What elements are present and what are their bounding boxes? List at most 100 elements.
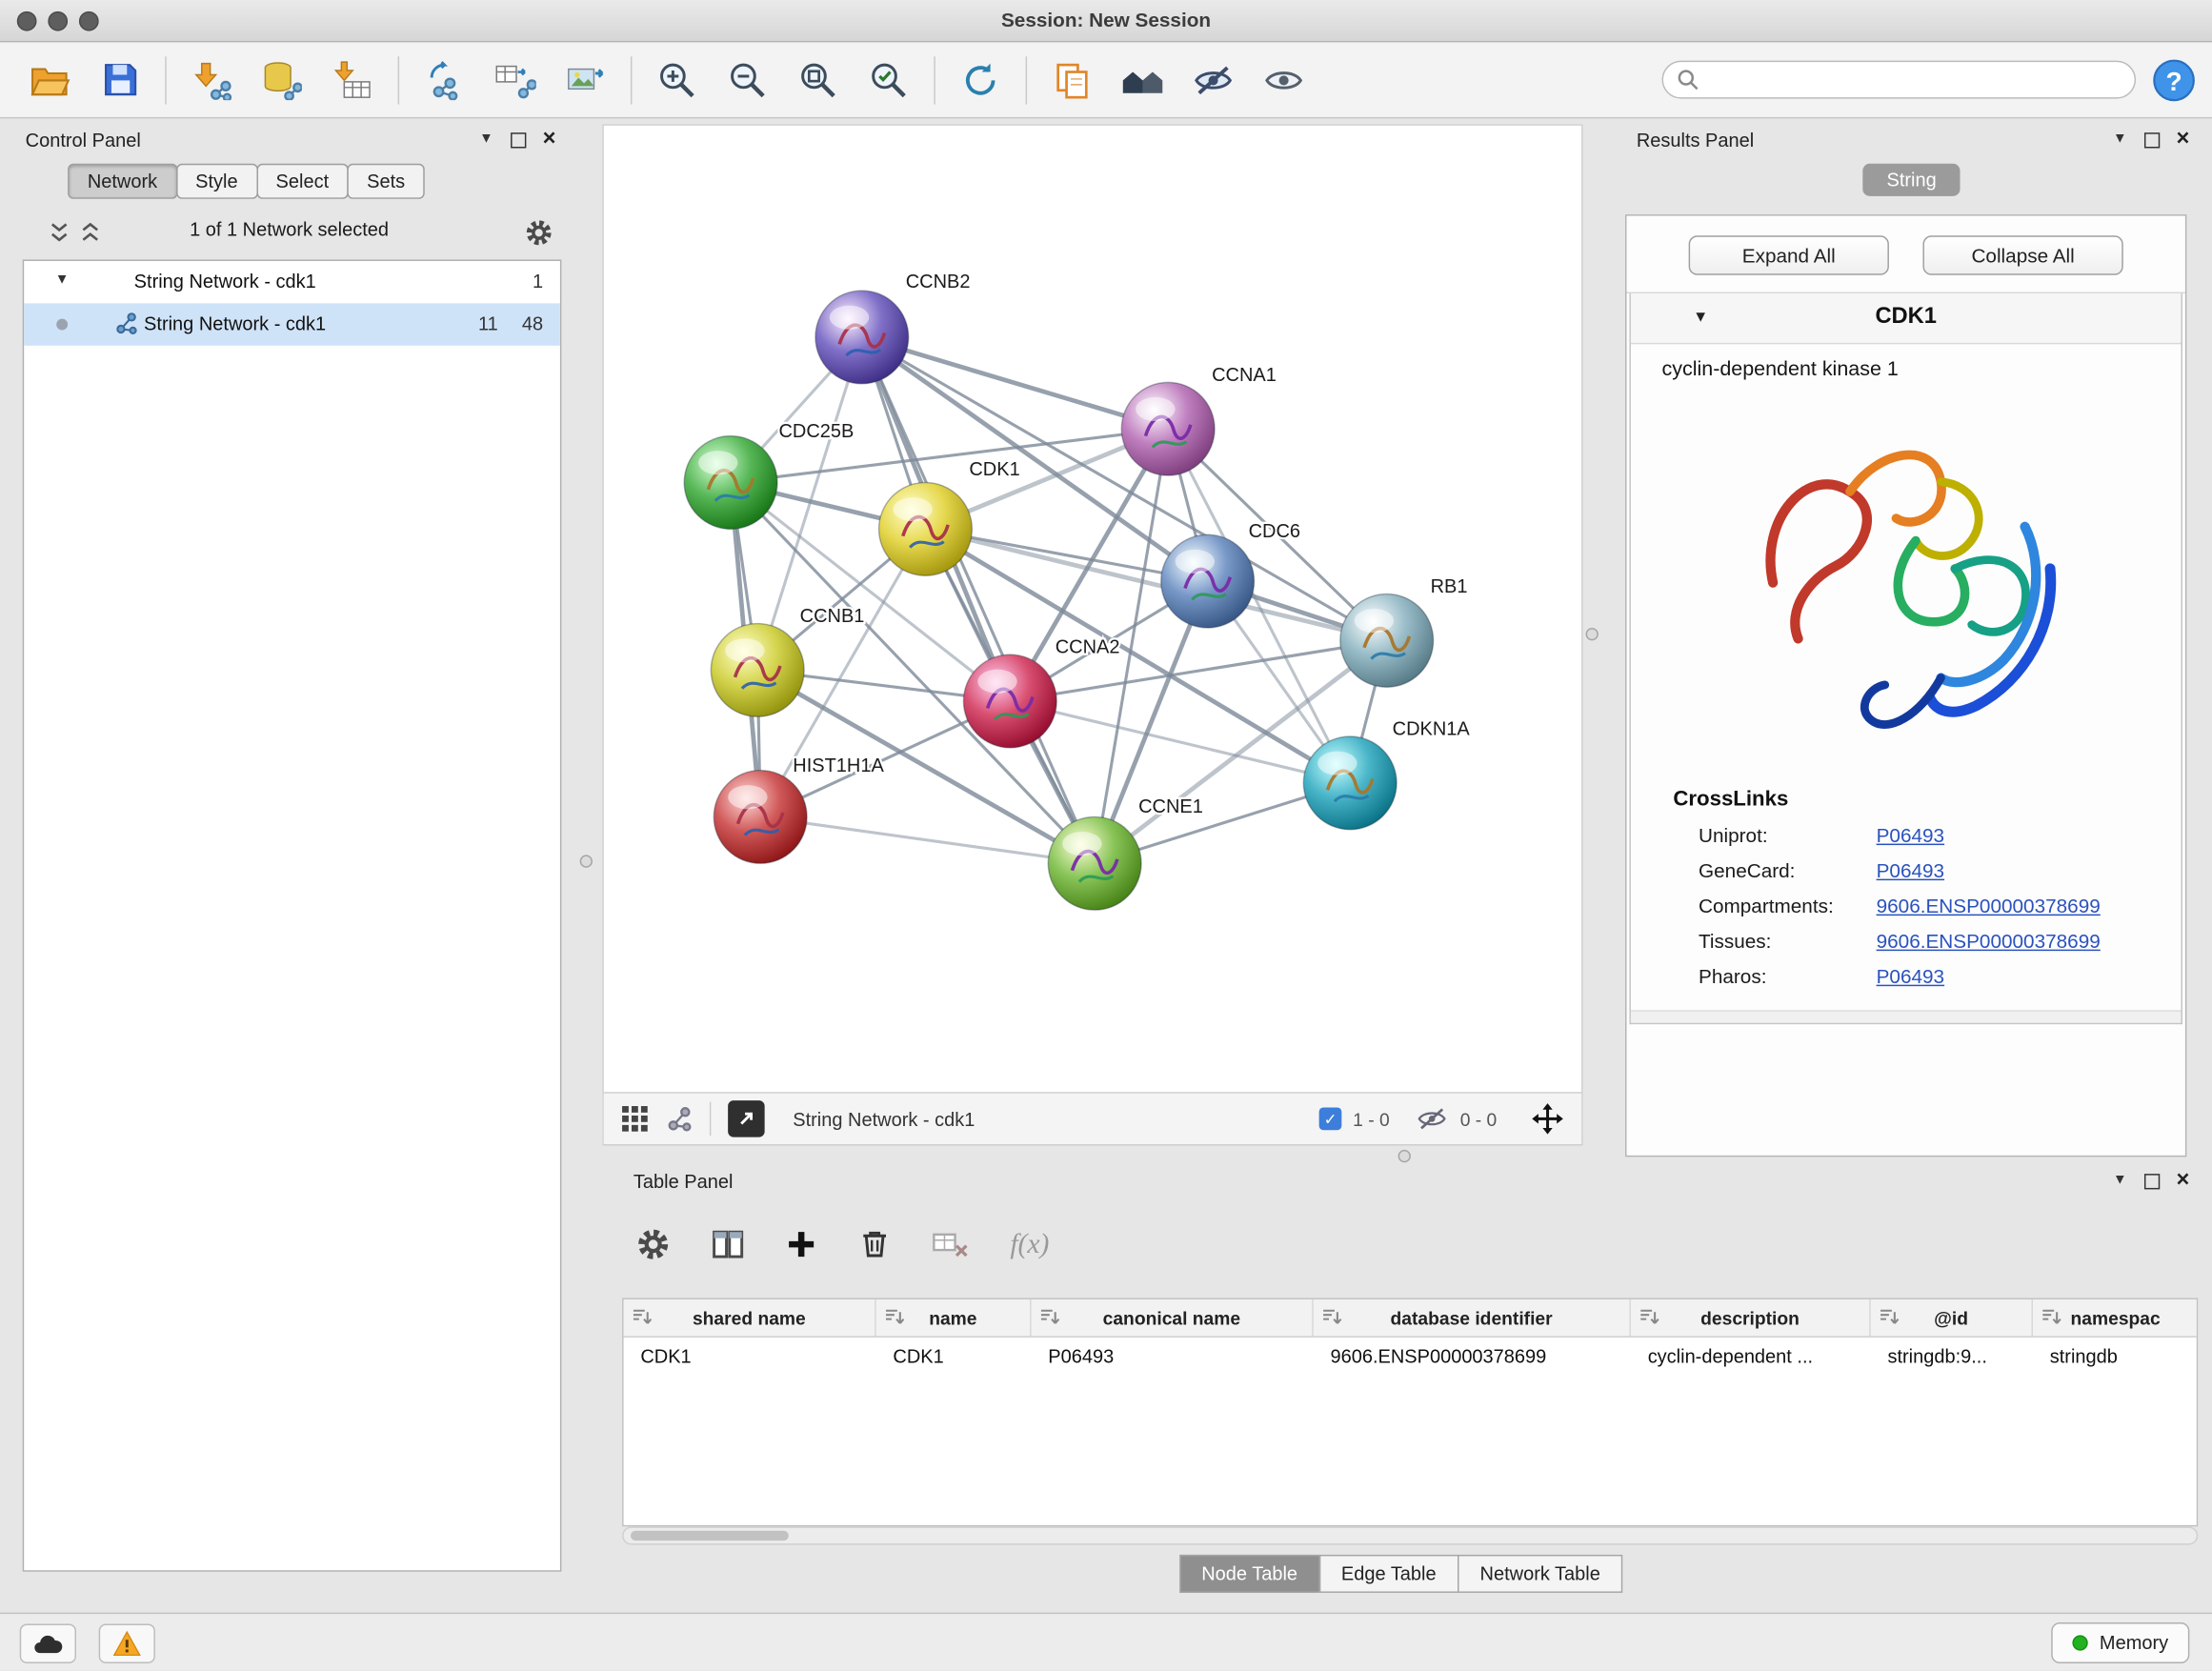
network-node[interactable]: CCNB1 [711, 606, 864, 716]
toolbar-separator [934, 55, 935, 103]
collapse-panel-icon[interactable]: ▼ [479, 130, 493, 150]
birds-eye-view-icon[interactable] [621, 1105, 650, 1134]
copy-style-button[interactable] [1036, 48, 1107, 112]
column-header[interactable]: database identifier [1314, 1299, 1631, 1337]
search-input[interactable] [1707, 70, 2121, 91]
open-session-button[interactable] [14, 48, 85, 112]
close-panel-icon[interactable]: × [543, 130, 556, 150]
tab-node-table[interactable]: Node Table [1179, 1555, 1320, 1593]
warnings-button[interactable] [99, 1624, 155, 1663]
cloud-button[interactable] [20, 1624, 76, 1663]
zoom-in-button[interactable] [642, 48, 713, 112]
collapse-panel-icon[interactable]: ▼ [2113, 130, 2127, 150]
float-panel-icon[interactable] [2143, 1173, 2159, 1188]
cell-namespace: stringdb [2033, 1338, 2198, 1376]
refresh-icon [960, 60, 999, 99]
zoom-selected-button[interactable] [854, 48, 924, 112]
splitter-handle[interactable] [580, 855, 593, 867]
hide-selected-button[interactable] [1178, 48, 1249, 112]
first-neighbors-button[interactable] [1108, 48, 1178, 112]
collapse-all-button[interactable]: Collapse All [1922, 235, 2122, 274]
scrollbar-thumb[interactable] [631, 1531, 789, 1540]
column-header[interactable]: shared name [624, 1299, 876, 1337]
collapse-panel-icon[interactable]: ▼ [2113, 1171, 2127, 1191]
network-edge[interactable] [862, 337, 1168, 429]
save-session-button[interactable] [85, 48, 155, 112]
node-label: HIST1H1A [793, 755, 884, 776]
pan-crosshair-icon[interactable] [1531, 1102, 1565, 1137]
network-collection-row[interactable]: ▼ String Network - cdk1 1 [24, 261, 560, 303]
network-edge[interactable] [862, 337, 1095, 863]
pharos-link[interactable]: P06493 [1877, 965, 1944, 988]
show-columns-icon[interactable] [711, 1227, 745, 1261]
network-node[interactable]: CDK1 [879, 459, 1020, 575]
network-node[interactable]: HIST1H1A [714, 755, 884, 863]
network-node[interactable]: CCNA1 [1121, 365, 1277, 475]
gear-icon[interactable] [636, 1227, 671, 1261]
expand-all-button[interactable]: Expand All [1689, 235, 1889, 274]
splitter-handle[interactable] [1398, 1150, 1411, 1162]
apply-layout-button[interactable] [945, 48, 1016, 112]
add-column-icon[interactable] [786, 1229, 817, 1260]
network-row[interactable]: String Network - cdk1 11 48 [24, 303, 560, 345]
svg-text:?: ? [2165, 66, 2182, 95]
network-edge[interactable] [1010, 701, 1350, 783]
function-builder-button[interactable]: f(x) [1010, 1228, 1049, 1260]
memory-button[interactable]: Memory [2052, 1622, 2190, 1663]
network-node[interactable]: CDKN1A [1303, 719, 1470, 830]
uniprot-link[interactable]: P06493 [1877, 824, 1944, 847]
network-node[interactable]: CCNB2 [815, 272, 971, 384]
import-network-database-button[interactable] [247, 48, 317, 112]
tab-network-table[interactable]: Network Table [1458, 1555, 1623, 1593]
clone-network-button[interactable] [409, 48, 479, 112]
tab-select[interactable]: Select [256, 164, 349, 199]
hidden-count: 0 - 0 [1460, 1108, 1498, 1129]
network-node[interactable]: RB1 [1340, 576, 1468, 687]
zoom-fit-button[interactable] [783, 48, 854, 112]
import-network-file-icon [191, 60, 232, 99]
delete-column-icon[interactable] [857, 1227, 892, 1261]
node-label: CCNB2 [906, 272, 971, 292]
tab-style[interactable]: Style [175, 164, 257, 199]
tab-network[interactable]: Network [68, 164, 177, 199]
network-glyph-icon[interactable] [666, 1105, 693, 1132]
float-panel-icon[interactable] [2143, 131, 2159, 147]
tissues-link[interactable]: 9606.ENSP00000378699 [1877, 930, 2101, 953]
zoom-out-button[interactable] [713, 48, 783, 112]
table-horizontal-scrollbar[interactable] [622, 1526, 2198, 1544]
search-field[interactable] [1662, 61, 2137, 99]
selected-checkbox-icon[interactable]: ✓ [1319, 1108, 1342, 1131]
close-panel-icon[interactable]: × [2177, 130, 2190, 150]
import-table-button[interactable] [317, 48, 388, 112]
crosslink-label: Pharos: [1699, 965, 1877, 988]
column-header[interactable]: canonical name [1032, 1299, 1314, 1337]
table-row[interactable]: CDK1 CDK1 P06493 9606.ENSP00000378699 cy… [624, 1338, 2197, 1376]
results-scrollbar[interactable] [1631, 1010, 2182, 1022]
column-header[interactable]: description [1631, 1299, 1871, 1337]
toolbar-separator [398, 55, 399, 103]
column-header[interactable]: name [876, 1299, 1032, 1337]
network-canvas[interactable]: CCNB2CCNA1CDC25BCDK1CDC6RB1CCNB1CCNA2CDK… [604, 126, 1581, 1092]
help-button[interactable]: ? [2150, 55, 2198, 103]
float-panel-icon[interactable] [511, 131, 526, 147]
network-edge[interactable] [760, 816, 1095, 863]
import-network-file-button[interactable] [176, 48, 247, 112]
close-panel-icon[interactable]: × [2177, 1171, 2190, 1191]
show-all-button[interactable] [1249, 48, 1319, 112]
network-from-table-button[interactable] [480, 48, 551, 112]
tab-edge-table[interactable]: Edge Table [1318, 1555, 1458, 1593]
column-header[interactable]: namespac [2033, 1299, 2198, 1337]
network-node[interactable]: CDC6 [1161, 521, 1300, 628]
tab-string[interactable]: String [1862, 164, 1961, 196]
delete-table-icon[interactable] [933, 1229, 970, 1260]
compartments-link[interactable]: 9606.ENSP00000378699 [1877, 895, 2101, 917]
tree-caret-icon[interactable]: ▼ [55, 272, 70, 288]
export-image-button[interactable] [551, 48, 621, 112]
tab-sets[interactable]: Sets [347, 164, 424, 199]
hidden-eye-slash-icon[interactable] [1415, 1106, 1449, 1132]
open-in-window-button[interactable] [728, 1100, 765, 1137]
genecard-link[interactable]: P06493 [1877, 859, 1944, 882]
column-header[interactable]: @id [1871, 1299, 2033, 1337]
splitter-handle[interactable] [1586, 628, 1599, 640]
gear-icon[interactable] [525, 219, 553, 248]
